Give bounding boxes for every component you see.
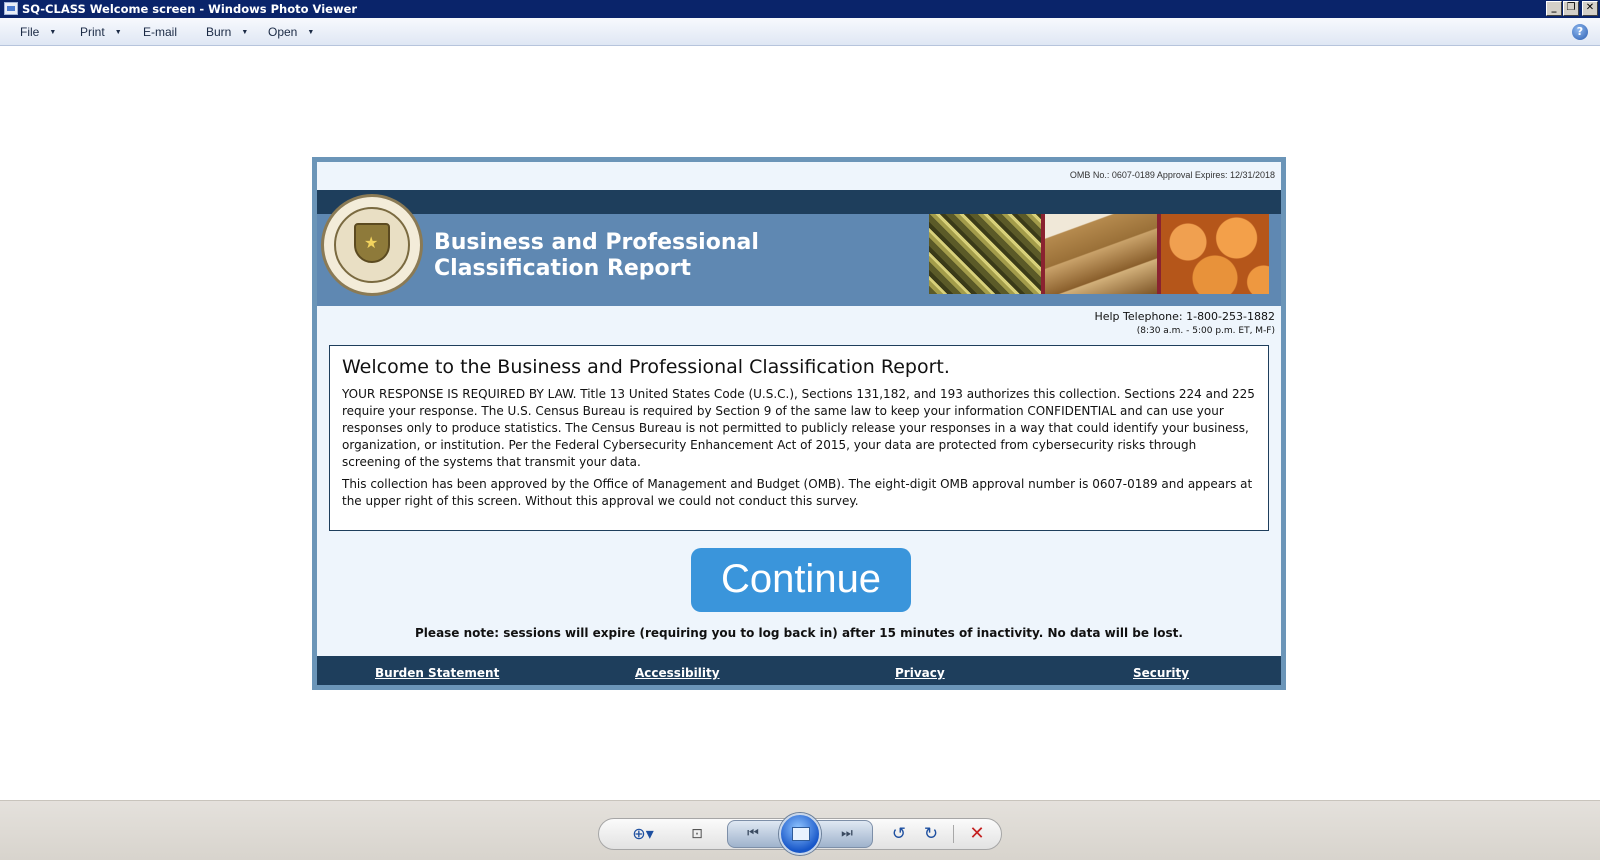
help-hours: (8:30 a.m. - 5:00 p.m. ET, M-F) (1136, 326, 1275, 336)
chevron-down-icon: ▼ (114, 29, 122, 36)
omb-approval-text: OMB No.: 0607-0189 Approval Expires: 12/… (1069, 170, 1275, 180)
menu-bar: File ▼ Print ▼ E-mail Burn ▼ Open ▼ ? (0, 18, 1600, 46)
menu-print-label: Print (80, 25, 105, 39)
header-stripe (317, 190, 1281, 214)
boxes-photo (1045, 214, 1157, 294)
star-icon: ★ (364, 233, 379, 252)
banner-photo-strip (929, 214, 1269, 294)
window-title: SQ-CLASS Welcome screen - Windows Photo … (22, 2, 358, 16)
welcome-heading: Welcome to the Business and Professional… (342, 356, 950, 378)
previous-icon[interactable]: ⏮ (738, 823, 768, 845)
close-window-button[interactable]: ✕ (1582, 1, 1598, 16)
session-note: Please note: sessions will expire (requi… (415, 626, 1183, 640)
chevron-down-icon: ▼ (307, 29, 315, 36)
burden-statement-link[interactable]: Burden Statement (375, 666, 499, 680)
chevron-down-icon: ▼ (241, 29, 249, 36)
help-telephone: Help Telephone: 1-800-253-1882 (1094, 310, 1275, 323)
window-title-bar: SQ-CLASS Welcome screen - Windows Photo … (0, 0, 1600, 18)
menu-file[interactable]: File ▼ (20, 25, 56, 39)
minimize-button[interactable]: _ (1546, 1, 1562, 16)
menu-email-label: E-mail (143, 25, 178, 39)
displayed-image: OMB No.: 0607-0189 Approval Expires: 12/… (312, 157, 1286, 690)
footer-bar: Burden Statement Accessibility Privacy S… (317, 656, 1281, 685)
menu-email[interactable]: E-mail (143, 25, 177, 39)
report-title: Business and Professional Classification… (434, 230, 814, 282)
menu-print[interactable]: Print ▼ (80, 25, 122, 39)
bolts-photo (929, 214, 1041, 294)
welcome-panel: Welcome to the Business and Professional… (329, 345, 1269, 531)
next-icon[interactable]: ⏭ (832, 823, 862, 845)
continue-button[interactable]: Continue (691, 548, 911, 612)
toolbar-divider (953, 825, 954, 843)
report-page: OMB No.: 0607-0189 Approval Expires: 12/… (317, 162, 1281, 685)
help-telephone-block: Help Telephone: 1-800-253-1882 (8:30 a.m… (1094, 310, 1275, 336)
photo-viewer-app-icon (4, 2, 18, 15)
help-icon[interactable]: ? (1572, 24, 1588, 40)
omb-paragraph: This collection has been approved by the… (342, 477, 1253, 508)
accessibility-link[interactable]: Accessibility (635, 666, 720, 680)
zoom-icon[interactable]: ⊕▾ (628, 823, 658, 845)
rotate-left-icon[interactable]: ↺ (888, 823, 910, 845)
chevron-down-icon: ▼ (49, 29, 57, 36)
menu-open-label: Open (268, 25, 298, 39)
slideshow-button[interactable] (779, 813, 821, 855)
menu-open[interactable]: Open ▼ (268, 25, 314, 39)
rotate-right-icon[interactable]: ↻ (920, 823, 942, 845)
legal-paragraph: YOUR RESPONSE IS REQUIRED BY LAW. Title … (342, 387, 1255, 469)
slideshow-icon (792, 827, 810, 841)
security-link[interactable]: Security (1133, 666, 1189, 680)
report-title-line1: Business and Professional (434, 230, 759, 255)
viewer-controls-bar: ⊕▾ ⊡ ⏮ ⏭ ↺ ↻ ✕ (0, 800, 1600, 860)
report-title-line2: Classification Report (434, 256, 692, 281)
actual-size-icon[interactable]: ⊡ (686, 823, 708, 845)
oranges-photo (1161, 214, 1269, 294)
delete-icon[interactable]: ✕ (966, 823, 988, 845)
maximize-button[interactable]: ❐ (1563, 1, 1579, 16)
menu-file-label: File (20, 25, 40, 39)
census-bureau-seal-icon: ★ (321, 194, 423, 296)
menu-burn[interactable]: Burn ▼ (206, 25, 248, 39)
menu-burn-label: Burn (206, 25, 232, 39)
privacy-link[interactable]: Privacy (895, 666, 945, 680)
